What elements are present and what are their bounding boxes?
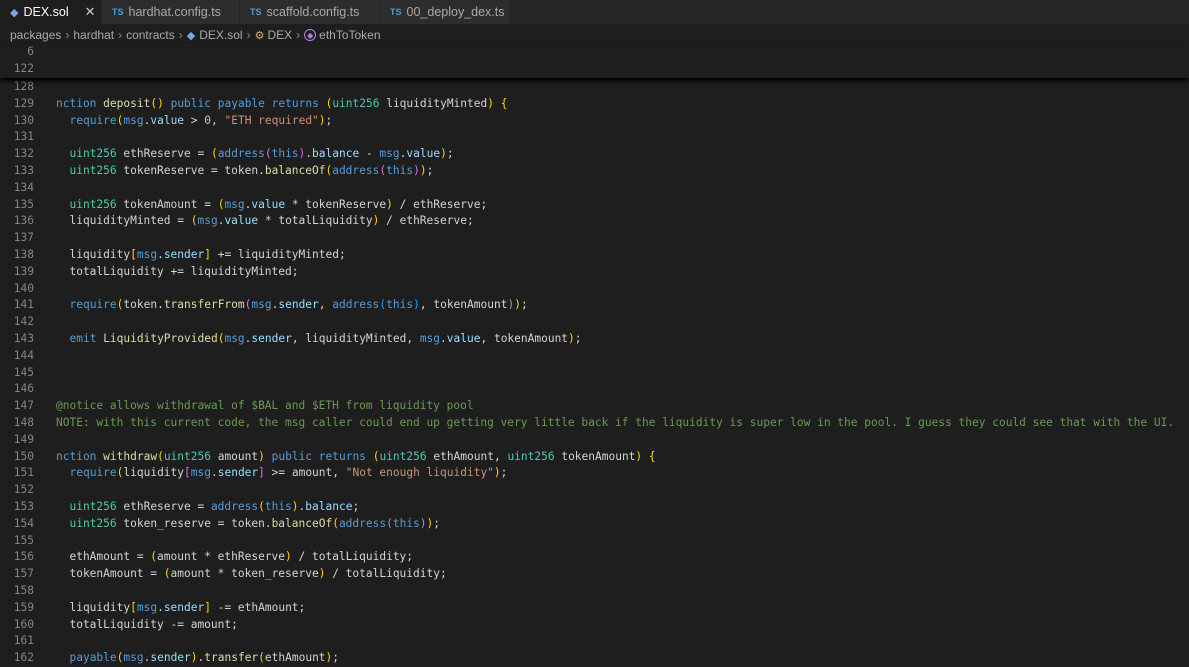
- code-line[interactable]: require(token.transferFrom(msg.sender, a…: [56, 297, 527, 314]
- code-line[interactable]: totalLiquidity -= amount;: [56, 617, 237, 634]
- code-line[interactable]: nction withdraw(uint256 amount) public r…: [56, 449, 656, 466]
- line-number: 130: [13, 113, 34, 127]
- line-number: 144: [13, 348, 34, 362]
- line-number: 158: [13, 584, 34, 597]
- code-line[interactable]: liquidity[msg.sender] += liquidityMinted…: [56, 247, 345, 264]
- line-number: 131: [13, 130, 34, 144]
- line-number: 143: [13, 332, 34, 345]
- line-number: 135: [13, 197, 34, 211]
- code-line[interactable]: NOTE: with this current code, the msg ca…: [56, 415, 1174, 432]
- line-number: 159: [13, 600, 34, 614]
- line-number: 150: [13, 449, 34, 463]
- line-number: 148: [13, 416, 34, 429]
- code-line[interactable]: uint256 tokenReserve = token.balanceOf(a…: [56, 163, 433, 180]
- line-number: 140: [13, 281, 34, 295]
- line-number: 137: [13, 231, 34, 245]
- code-line[interactable]: ethAmount = (amount * ethReserve) / tota…: [56, 549, 413, 566]
- code-line[interactable]: require(msg.value > 0, "ETH required");: [56, 113, 332, 130]
- sticky-scroll-header[interactable]: 6 122: [0, 44, 1189, 78]
- line-number: 132: [13, 147, 34, 161]
- code-line[interactable]: @notice allows withdrawal of $BAL and $E…: [56, 398, 474, 415]
- line-number: 129: [13, 96, 34, 110]
- line-number: 149: [13, 432, 34, 446]
- line-number: 138: [13, 248, 34, 261]
- line-number: 145: [13, 365, 34, 379]
- line-number: 141: [13, 298, 34, 312]
- code-line[interactable]: nction deposit() public payable returns …: [56, 96, 508, 113]
- line-number: 153: [13, 500, 34, 513]
- code-line[interactable]: liquidityMinted = (msg.value * totalLiqu…: [56, 213, 473, 230]
- line-number: 154: [13, 516, 34, 530]
- line-number: 134: [13, 180, 34, 194]
- code-line[interactable]: uint256 ethReserve = (address(this).bala…: [56, 146, 453, 163]
- line-number: 157: [13, 567, 34, 581]
- line-number: 128: [13, 80, 34, 93]
- code-line[interactable]: liquidity[msg.sender] -= ethAmount;: [56, 600, 305, 617]
- line-number: 160: [13, 617, 34, 631]
- line-number: 136: [13, 214, 34, 228]
- line-number: 147: [13, 399, 34, 413]
- line-number: 161: [13, 634, 34, 648]
- code-line[interactable]: uint256 tokenAmount = (msg.value * token…: [56, 197, 487, 214]
- code-editor[interactable]: 128 129 nction deposit() public payable re…: [0, 0, 1189, 664]
- line-number: 133: [13, 164, 34, 177]
- line-number: 6: [27, 45, 34, 58]
- line-number: 155: [13, 533, 34, 547]
- code-line[interactable]: emit LiquidityProvided(msg.sender, liqui…: [56, 331, 581, 348]
- line-number: 151: [13, 466, 34, 480]
- code-line[interactable]: uint256 token_reserve = token.balanceOf(…: [56, 516, 440, 533]
- code-line[interactable]: tokenAmount = (amount * token_reserve) /…: [56, 566, 446, 583]
- line-number: 122: [13, 61, 34, 75]
- code-line[interactable]: uint256 ethReserve = address(this).balan…: [56, 499, 359, 516]
- code-line[interactable]: require(liquidity[msg.sender] >= amount,…: [56, 465, 507, 482]
- code-line[interactable]: totalLiquidity += liquidityMinted;: [56, 264, 298, 281]
- line-number: 139: [13, 264, 34, 278]
- line-number: 156: [13, 550, 34, 564]
- line-number: 152: [13, 483, 34, 497]
- line-number: 142: [13, 315, 34, 329]
- line-number: 146: [13, 382, 34, 396]
